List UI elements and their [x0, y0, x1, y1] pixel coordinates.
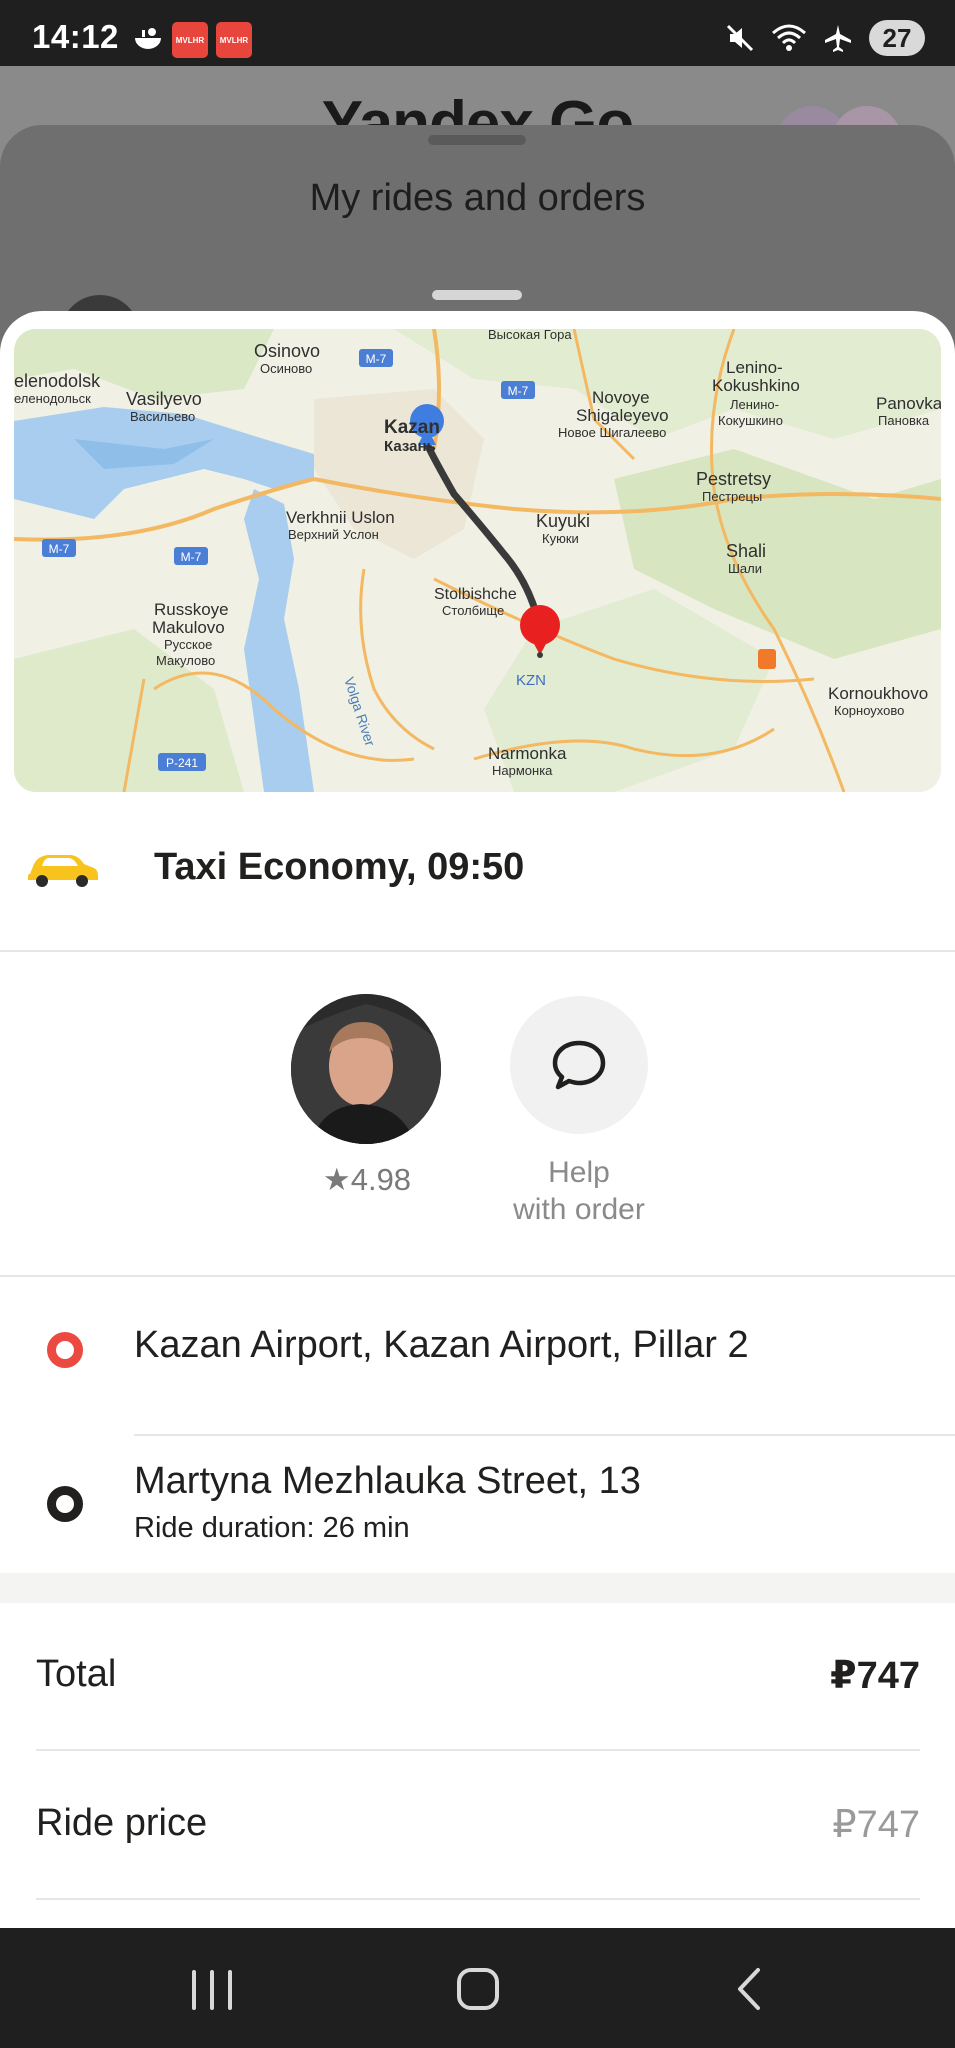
svg-text:M-7: M-7: [366, 352, 387, 366]
svg-text:Корноухово: Корноухово: [834, 703, 904, 718]
ride-title: Taxi Economy, 09:50: [154, 846, 525, 888]
chat-bubble-icon: [552, 1040, 606, 1090]
ride-summary[interactable]: Taxi Economy, 09:50: [0, 792, 955, 952]
notification-icons: MVLHR MVLHR: [132, 22, 252, 58]
svg-text:M-7: M-7: [508, 384, 529, 398]
svg-text:еленодольск: еленодольск: [14, 391, 91, 406]
svg-text:Kuyuki: Kuyuki: [536, 511, 590, 531]
status-bar: 14:12 MVLHR MVLHR 27: [0, 0, 955, 66]
m7-shield-icon: M-7: [359, 349, 393, 367]
home-icon[interactable]: [457, 1968, 499, 2010]
driver-section: ★4.98 Help with order: [0, 954, 955, 1277]
svg-text:Столбище: Столбище: [442, 603, 504, 618]
route-map[interactable]: M-7 M-7 M-7 M-7 P-241 Osinovo Осиново Вы…: [14, 329, 941, 792]
svg-text:Narmonka: Narmonka: [488, 744, 567, 763]
ride-duration: Ride duration: 26 min: [134, 1512, 410, 1544]
order-details-sheet: M-7 M-7 M-7 M-7 P-241 Osinovo Осиново Вы…: [0, 311, 955, 1928]
svg-text:Vasilyevo: Vasilyevo: [126, 389, 202, 409]
svg-text:P-241: P-241: [166, 756, 198, 770]
driver-rating: ★4.98: [322, 1162, 412, 1197]
taxi-car-icon: [28, 855, 98, 887]
airplane-icon: [825, 25, 851, 52]
svg-text:Stolbishche: Stolbishche: [434, 586, 517, 603]
bowl-icon: [135, 28, 161, 49]
svg-text:M-7: M-7: [181, 550, 202, 564]
sheet-handle[interactable]: [428, 135, 526, 145]
total-label: Total: [36, 1653, 117, 1695]
svg-text:Osinovo: Osinovo: [254, 341, 320, 361]
svg-text:Pestretsy: Pestretsy: [696, 469, 771, 489]
total-row: Total ₽747: [36, 1603, 920, 1751]
svg-text:Makulovo: Makulovo: [152, 618, 225, 637]
svg-text:Верхний Услон: Верхний Услон: [288, 527, 379, 542]
driver-avatar[interactable]: [291, 994, 441, 1144]
pickup-address: Kazan Airport, Kazan Airport, Pillar 2: [134, 1324, 749, 1366]
svg-text:Шали: Шали: [728, 561, 762, 576]
total-value: ₽747: [830, 1655, 920, 1697]
svg-text:Shali: Shali: [726, 541, 766, 561]
svg-text:Shigaleyevo: Shigaleyevo: [576, 406, 669, 425]
ride-price-value: ₽747: [832, 1804, 920, 1846]
app-badge-icon: MVLHR: [216, 22, 252, 58]
svg-text:Осиново: Осиново: [260, 361, 312, 376]
pickup-point[interactable]: Kazan Airport, Kazan Airport, Pillar 2: [0, 1278, 955, 1428]
app-badge-icon: MVLHR: [172, 22, 208, 58]
svg-text:elenodolsk: elenodolsk: [14, 371, 101, 391]
dropoff-pin-icon: [47, 1486, 83, 1522]
ride-price-row: Ride price ₽747: [36, 1752, 920, 1900]
back-icon[interactable]: [730, 1964, 770, 2014]
svg-text:Kazan: Kazan: [384, 417, 440, 438]
section-divider: [0, 1573, 955, 1603]
svg-text:Куюки: Куюки: [542, 531, 579, 546]
help-button[interactable]: [510, 996, 648, 1134]
svg-text:Казань: Казань: [384, 438, 436, 455]
pickup-pin-icon: [47, 1332, 83, 1368]
svg-text:Пестрецы: Пестрецы: [702, 489, 762, 504]
help-label[interactable]: Help with order: [470, 1154, 688, 1228]
svg-text:Русское: Русское: [164, 637, 212, 652]
navigation-bar: [0, 1928, 955, 2048]
system-icons: 27: [725, 20, 925, 56]
svg-text:Кокушкино: Кокушкино: [718, 413, 783, 428]
svg-text:Verkhnii Uslon: Verkhnii Uslon: [286, 508, 395, 527]
dropoff-point[interactable]: Martyna Mezhlauka Street, 13 Ride durati…: [0, 1436, 955, 1573]
mute-icon: [726, 24, 754, 52]
wifi-icon: [772, 24, 806, 51]
svg-text:Panovka: Panovka: [876, 394, 941, 413]
recent-apps-icon[interactable]: [190, 1970, 234, 2010]
svg-text:Нармонка: Нармонка: [492, 763, 553, 778]
svg-text:Пановка: Пановка: [878, 413, 930, 428]
svg-text:KZN: KZN: [516, 672, 546, 689]
svg-text:Kornoukhovo: Kornoukhovo: [828, 684, 928, 703]
battery-icon: 27: [869, 20, 925, 56]
svg-text:Высокая Гора: Высокая Гора: [488, 329, 572, 342]
gas-station-icon: [758, 649, 776, 669]
svg-text:Novoye: Novoye: [592, 388, 650, 407]
sheet-title: My rides and orders: [309, 177, 646, 219]
status-time: 14:12: [32, 18, 119, 55]
map-canvas: M-7 M-7 M-7 M-7 P-241 Osinovo Осиново Вы…: [14, 329, 941, 792]
svg-text:Ленино-: Ленино-: [730, 397, 779, 412]
svg-text:Новое Шигалеево: Новое Шигалеево: [558, 425, 666, 440]
svg-text:Васильево: Васильево: [130, 409, 195, 424]
svg-text:Kokushkino: Kokushkino: [712, 376, 800, 395]
svg-text:Russkoye: Russkoye: [154, 600, 229, 619]
dropoff-address: Martyna Mezhlauka Street, 13: [134, 1460, 641, 1502]
route-section: Kazan Airport, Kazan Airport, Pillar 2 M…: [0, 1278, 955, 1573]
svg-text:Lenino-: Lenino-: [726, 358, 783, 377]
order-sheet-handle[interactable]: [432, 290, 522, 300]
svg-text:Макулово: Макулово: [156, 653, 215, 668]
ride-price-label: Ride price: [36, 1802, 208, 1844]
svg-text:M-7: M-7: [49, 542, 70, 556]
